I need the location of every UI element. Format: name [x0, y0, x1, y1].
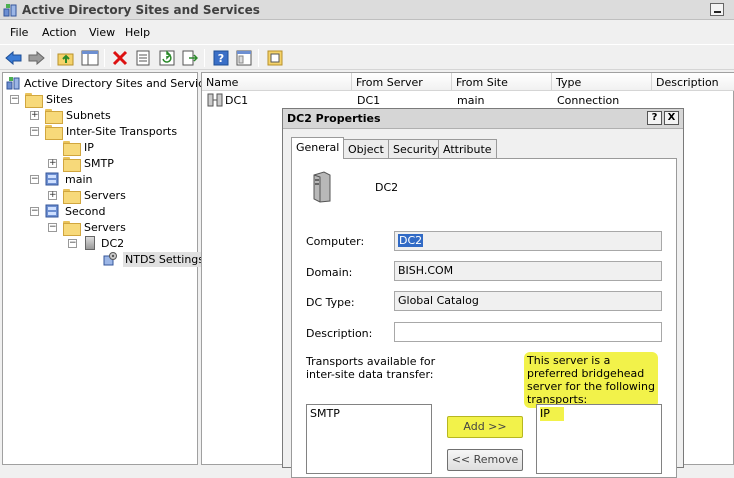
add-button[interactable]: Add >> [447, 416, 523, 438]
window-title-bar: Active Directory Sites and Services [0, 0, 734, 20]
console-icon[interactable] [234, 48, 254, 68]
new-window-icon[interactable] [265, 48, 285, 68]
domain-field[interactable]: BISH.COM [394, 261, 662, 281]
transports-label: Transports available for inter-site data… [306, 355, 436, 381]
folder-icon [63, 156, 81, 172]
help-button[interactable]: ? [647, 111, 662, 125]
server-icon [85, 236, 95, 250]
site-icon [45, 204, 59, 218]
folder-icon [63, 220, 81, 236]
window-title: Active Directory Sites and Services [22, 3, 260, 17]
dialog-title-bar: DC2 Properties ? X [283, 109, 683, 129]
collapse-icon[interactable]: − [30, 127, 39, 136]
column-header-name[interactable]: Name [202, 73, 352, 91]
computer-field[interactable]: DC2 [394, 231, 662, 251]
preferred-transports-list[interactable]: IP [536, 404, 662, 474]
menu-bar: File Action View Help [0, 21, 734, 43]
collapse-icon[interactable]: − [30, 207, 39, 216]
table-row[interactable]: DC1 [207, 93, 248, 107]
collapse-icon[interactable]: − [10, 95, 19, 104]
tree-item-sites[interactable]: Sites [25, 91, 73, 108]
menu-action[interactable]: Action [42, 26, 76, 39]
server-name: DC2 [375, 181, 399, 194]
tree-item-second[interactable]: Second [45, 203, 105, 219]
cell-from-server: DC1 [357, 94, 381, 107]
svg-text:?: ? [218, 52, 224, 65]
close-button[interactable]: X [664, 111, 679, 125]
site-icon [45, 172, 59, 186]
tree-item-smtp[interactable]: SMTP [63, 155, 114, 172]
cell-type: Connection [557, 94, 620, 107]
collapse-icon[interactable]: − [48, 223, 57, 232]
up-folder-icon[interactable] [56, 48, 76, 68]
collapse-icon[interactable]: − [68, 239, 77, 248]
tree-item-subnets[interactable]: Subnets [45, 107, 111, 124]
column-header-description[interactable]: Description [652, 73, 734, 91]
folder-icon [63, 188, 81, 204]
folder-icon [45, 124, 63, 140]
collapse-icon[interactable]: − [30, 175, 39, 184]
properties-icon[interactable] [133, 48, 153, 68]
column-header-from-server[interactable]: From Server [352, 73, 452, 91]
back-icon[interactable] [4, 48, 24, 68]
menu-help[interactable]: Help [125, 26, 150, 39]
dc2-properties-dialog: DC2 Properties ? X General Object Securi… [282, 108, 684, 478]
description-input[interactable] [394, 322, 662, 342]
tree-item-ip[interactable]: IP [63, 139, 94, 156]
folder-icon [25, 92, 43, 108]
bridgehead-label: This server is a preferred bridgehead se… [524, 352, 658, 408]
expand-icon[interactable]: + [48, 159, 57, 168]
tree-root[interactable]: Active Directory Sites and Services [6, 75, 217, 91]
help-icon[interactable]: ? [211, 48, 231, 68]
description-label: Description: [306, 327, 373, 340]
export-icon[interactable] [180, 48, 200, 68]
refresh-icon[interactable] [157, 48, 177, 68]
cell-from-site: main [457, 94, 485, 107]
ntds-settings-icon [103, 252, 117, 266]
connection-icon [207, 93, 223, 107]
tree-item-ntds-settings[interactable]: NTDS Settings [103, 251, 207, 267]
dc-type-label: DC Type: [306, 296, 355, 309]
tab-attribute-editor[interactable]: Attribute Editor [438, 139, 497, 169]
minimize-button[interactable] [710, 3, 724, 16]
tab-object[interactable]: Object [343, 139, 389, 158]
expand-icon[interactable]: + [30, 111, 39, 120]
general-tab-panel: DC2 Computer: DC2 Domain: BISH.COM DC Ty… [291, 158, 677, 478]
tree-item-inter-site-transports[interactable]: Inter-Site Transports [45, 123, 177, 140]
show-hide-tree-icon[interactable] [80, 48, 100, 68]
column-header-from-site[interactable]: From Site [452, 73, 552, 91]
tree-item-dc2[interactable]: DC2 [85, 235, 124, 251]
computer-label: Computer: [306, 235, 365, 248]
tree-item-main[interactable]: main [45, 171, 92, 187]
column-header-type[interactable]: Type [552, 73, 652, 91]
menu-file[interactable]: File [10, 26, 28, 39]
toolbar: ? [0, 44, 734, 70]
forward-icon[interactable] [26, 48, 46, 68]
list-item[interactable]: SMTP [310, 407, 428, 420]
folder-icon [63, 140, 81, 156]
domain-label: Domain: [306, 266, 353, 279]
tree-item-second-servers[interactable]: Servers [63, 219, 126, 236]
ad-sites-icon [3, 4, 17, 17]
dc-type-field[interactable]: Global Catalog [394, 291, 662, 311]
server-icon [313, 171, 331, 203]
console-tree: Active Directory Sites and Services − Si… [2, 72, 217, 465]
tab-security[interactable]: Security [388, 139, 444, 158]
available-transports-list[interactable]: SMTP [306, 404, 432, 474]
list-item[interactable]: IP [540, 407, 658, 421]
ad-sites-icon [6, 77, 20, 90]
remove-button[interactable]: << Remove [447, 449, 523, 471]
tab-general[interactable]: General [291, 137, 345, 159]
delete-icon[interactable] [110, 48, 130, 68]
dialog-title: DC2 Properties [287, 112, 381, 125]
menu-view[interactable]: View [89, 26, 115, 39]
expand-icon[interactable]: + [48, 191, 57, 200]
folder-icon [45, 108, 63, 124]
tree-item-main-servers[interactable]: Servers [63, 187, 126, 204]
